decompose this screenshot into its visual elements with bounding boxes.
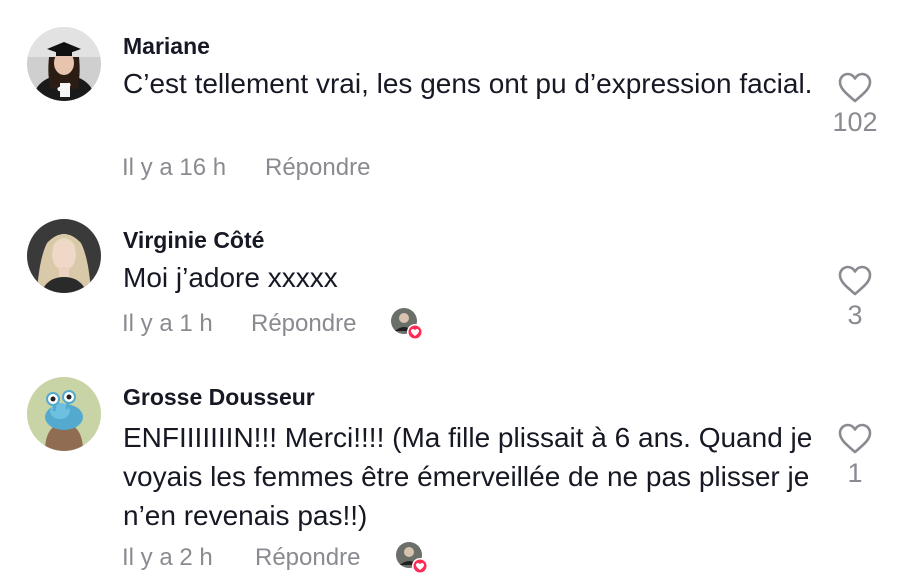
comment-timestamp: Il y a 1 h <box>122 310 213 337</box>
comment-text: Moi j’adore xxxxx <box>123 262 338 293</box>
comment-item: Virginie Côté Moi j’adore xxxxx Il y a 1… <box>0 190 900 360</box>
like-column: 102 <box>824 72 886 138</box>
reply-button[interactable]: Répondre <box>255 544 360 572</box>
comment-timestamp: Il y a 2 h <box>122 544 213 571</box>
cartoon-creature-avatar-image <box>27 377 101 451</box>
graduate-avatar-image <box>27 27 101 101</box>
like-count: 3 <box>847 300 863 330</box>
heart-icon[interactable] <box>838 72 872 103</box>
comment-item: Mariane C’est tellement vrai, les gens o… <box>0 0 900 190</box>
comment-timestamp: Il y a 16 h <box>122 154 227 181</box>
creator-liked-badge <box>390 307 424 341</box>
avatar[interactable] <box>27 377 101 451</box>
blonde-woman-avatar-image <box>27 219 101 293</box>
comment-username[interactable]: Grosse Dousseur <box>123 384 315 411</box>
like-column: 3 <box>824 265 886 331</box>
like-column: 1 <box>824 423 886 489</box>
comment-text: ENFIIIIIIIN!!! Merci!!!! (Ma fille pliss… <box>123 422 813 531</box>
reply-button[interactable]: Répondre <box>265 154 370 182</box>
avatar[interactable] <box>27 27 101 101</box>
avatar[interactable] <box>27 219 101 293</box>
creator-liked-badge <box>395 541 429 575</box>
heart-icon[interactable] <box>838 423 872 454</box>
comment-text: C’est tellement vrai, les gens ont pu d’… <box>123 68 813 99</box>
comment-username[interactable]: Mariane <box>123 33 210 60</box>
comment-item: Grosse Dousseur ENFIIIIIIIN!!! Merci!!!!… <box>0 360 900 580</box>
comment-username[interactable]: Virginie Côté <box>123 227 264 254</box>
heart-icon[interactable] <box>838 265 872 296</box>
like-count: 102 <box>832 107 878 137</box>
like-count: 1 <box>847 458 863 488</box>
reply-button[interactable]: Répondre <box>251 310 356 338</box>
